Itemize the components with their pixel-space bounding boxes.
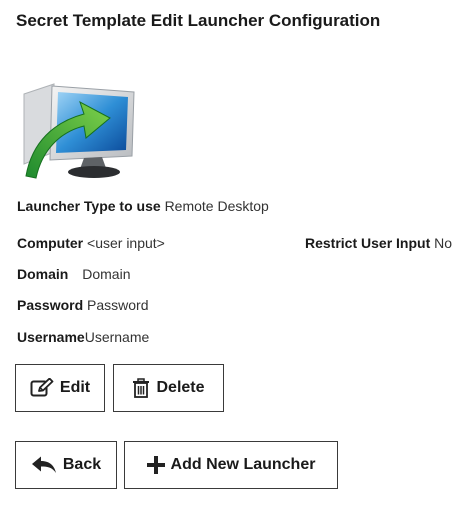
page-title: Secret Template Edit Launcher Configurat…: [16, 11, 381, 30]
trash-icon: [133, 378, 150, 398]
edit-icon: [30, 378, 54, 397]
add-new-launcher-button[interactable]: Add New Launcher: [124, 441, 338, 489]
launcher-type-value: Remote Desktop: [164, 198, 269, 214]
domain-row: Domain Domain: [17, 266, 130, 282]
password-label: Password: [17, 297, 84, 313]
restrict-user-input-label: Restrict User Input: [305, 235, 431, 251]
remote-desktop-icon: [23, 83, 135, 179]
username-value: Username: [84, 329, 150, 345]
username-row: UsernameUsername: [17, 329, 149, 345]
username-label: Username: [17, 329, 85, 345]
delete-button-label: Delete: [156, 379, 205, 396]
computer-label: Computer: [17, 235, 84, 251]
edit-button[interactable]: Edit: [15, 364, 105, 412]
domain-label: Domain: [17, 266, 69, 282]
add-new-launcher-label: Add New Launcher: [170, 456, 316, 473]
domain-value: Domain: [82, 266, 131, 282]
back-button[interactable]: Back: [15, 441, 117, 489]
edit-button-label: Edit: [59, 379, 91, 396]
launcher-type-row: Launcher Type to use Remote Desktop: [17, 198, 269, 214]
password-value: Password: [87, 297, 149, 313]
restrict-user-input-value: No: [434, 235, 453, 251]
launcher-type-label: Launcher Type to use: [17, 198, 161, 214]
back-button-label: Back: [62, 456, 102, 473]
computer-row: Computer <user input>: [17, 235, 165, 251]
computer-value: <user input>: [87, 235, 165, 251]
password-row: Password Password: [17, 297, 149, 313]
back-arrow-icon: [31, 456, 56, 473]
restrict-user-input-row: Restrict User Input No: [305, 235, 452, 251]
plus-icon: [146, 456, 165, 474]
delete-button[interactable]: Delete: [113, 364, 224, 412]
